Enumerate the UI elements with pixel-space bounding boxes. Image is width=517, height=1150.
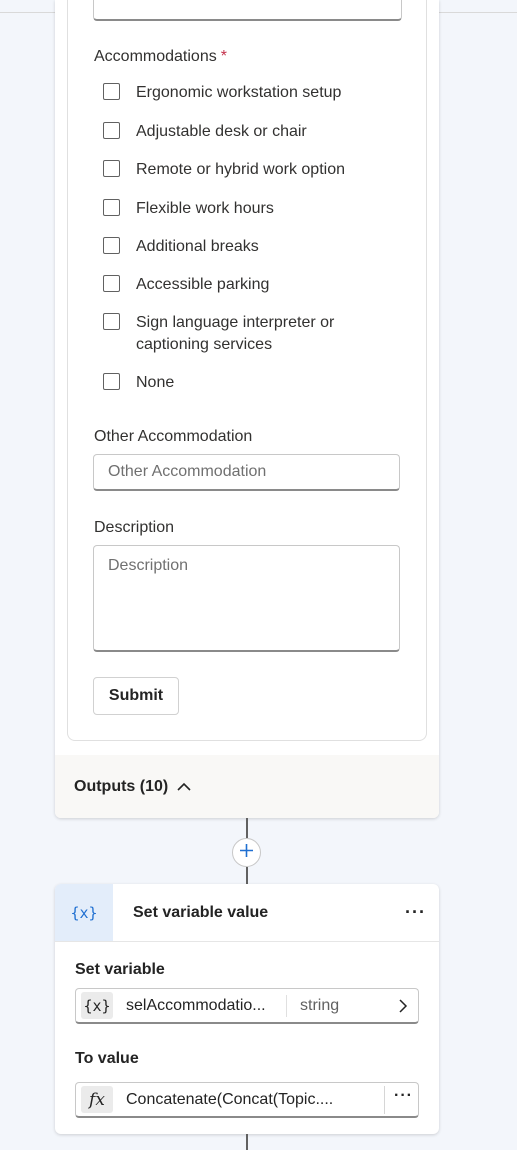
other-accommodation-label: Other Accommodation [94, 428, 253, 445]
node-header: {x} Set variable value ··· [55, 884, 439, 942]
checkbox-ergonomic[interactable]: Ergonomic workstation setup [103, 82, 376, 104]
checkbox-accessible-parking[interactable]: Accessible parking [103, 274, 376, 296]
checkbox-flexible-hours[interactable]: Flexible work hours [103, 198, 376, 220]
checkbox-label: None [136, 374, 175, 391]
connector-line [246, 1134, 248, 1150]
checkbox-label: Sign language interpreter or captioning … [136, 314, 335, 353]
chevron-right-icon [396, 997, 410, 1015]
formula-text: Concatenate(Concat(Topic.... [126, 1091, 334, 1108]
required-marker: * [220, 48, 227, 65]
variable-selector[interactable]: {x} selAccommodatio... string [75, 988, 419, 1024]
variable-icon: {x} [55, 884, 113, 941]
divider [286, 995, 287, 1017]
checkbox[interactable] [103, 373, 120, 390]
set-variable-label: Set variable [75, 961, 165, 978]
variable-name: selAccommodatio... [126, 997, 266, 1014]
checkbox[interactable] [103, 83, 120, 100]
variable-type: string [300, 997, 340, 1014]
formula-more-button[interactable]: ··· [394, 1087, 413, 1105]
checkbox-adjustable-desk[interactable]: Adjustable desk or chair [103, 121, 376, 143]
formula-field[interactable]: fx Concatenate(Concat(Topic.... ··· [75, 1082, 419, 1118]
chevron-up-icon [176, 779, 192, 795]
checkbox-label: Additional breaks [136, 238, 259, 255]
checkbox-label: Accessible parking [136, 276, 270, 293]
checkbox-label: Ergonomic workstation setup [136, 84, 342, 101]
node-title: Set variable value [133, 904, 269, 921]
connector-line [246, 818, 248, 838]
divider [384, 1086, 385, 1114]
checkbox[interactable] [103, 275, 120, 292]
checkbox[interactable] [103, 199, 120, 216]
checkbox[interactable] [103, 122, 120, 139]
other-accommodation-input[interactable] [93, 454, 400, 491]
more-options-button[interactable]: ··· [405, 902, 426, 923]
checkbox[interactable] [103, 313, 120, 330]
submit-button[interactable]: Submit [93, 677, 179, 715]
outputs-label: Outputs (10) [74, 777, 169, 795]
outputs-toggle[interactable]: Outputs (10) [55, 755, 439, 818]
checkbox-additional-breaks[interactable]: Additional breaks [103, 236, 376, 258]
description-label: Description [94, 519, 175, 536]
formula-icon: fx [81, 1086, 113, 1113]
connector-line [246, 867, 248, 884]
checkbox-sign-language[interactable]: Sign language interpreter or captioning … [103, 312, 376, 356]
to-value-label: To value [75, 1050, 139, 1067]
checkbox-none[interactable]: None [103, 372, 376, 394]
checkbox-label: Flexible work hours [136, 200, 274, 217]
accommodations-label: Accommodations * [94, 48, 227, 65]
checkbox-label: Remote or hybrid work option [136, 161, 345, 178]
checkbox-remote-hybrid[interactable]: Remote or hybrid work option [103, 159, 376, 181]
plus-icon [239, 843, 254, 863]
add-node-button[interactable] [232, 838, 261, 867]
set-variable-node[interactable]: {x} Set variable value ··· Set variable … [55, 884, 439, 1134]
description-input[interactable] [93, 545, 400, 652]
previous-input-field[interactable] [93, 0, 402, 21]
variable-icon: {x} [81, 992, 113, 1019]
checkbox[interactable] [103, 160, 120, 177]
checkbox[interactable] [103, 237, 120, 254]
checkbox-label: Adjustable desk or chair [136, 123, 307, 140]
